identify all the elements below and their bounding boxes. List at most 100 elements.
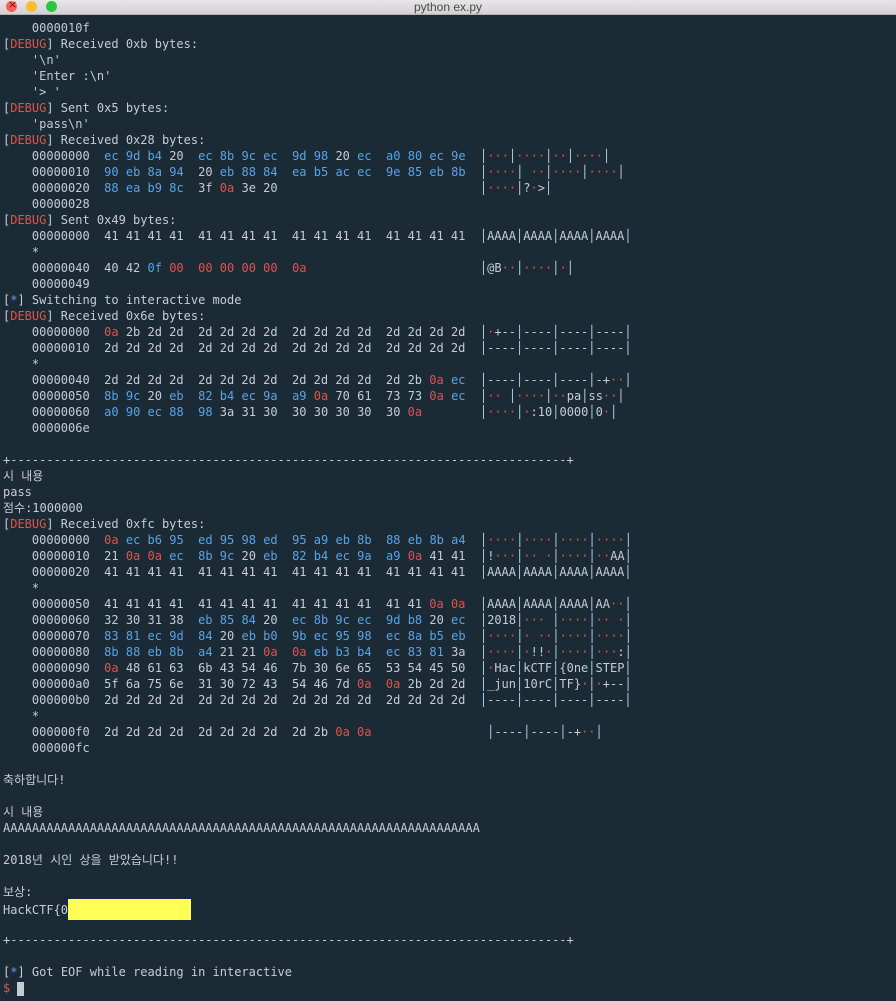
terminal-line: 2018년 시인 상을 받았습니다!!: [3, 852, 896, 868]
terminal-line-text: 축하합니다!: [3, 773, 66, 787]
terminal-line-text: [DEBUG] Received 0xb bytes:: [3, 37, 199, 51]
terminal-line-text: +---------------------------------------…: [3, 453, 574, 467]
terminal-line-text: *: [3, 709, 40, 723]
terminal-line: 00000000 41 41 41 41 41 41 41 41 41 41 4…: [3, 228, 896, 244]
terminal-line-text: pass: [3, 485, 32, 499]
terminal-line-text: 0000010f: [3, 21, 90, 35]
terminal-line-text: 00000000 ec 9d b4 20 ec 8b 9c ec 9d 98 2…: [3, 149, 611, 163]
terminal-line: $: [3, 980, 896, 996]
terminal-line: *: [3, 356, 896, 372]
terminal-line-text: $: [3, 981, 25, 996]
terminal-line: +---------------------------------------…: [3, 932, 896, 948]
terminal-line-text: *: [3, 581, 40, 595]
terminal-line: '\n': [3, 52, 896, 68]
terminal-line-text: 00000000 0a 2b 2d 2d 2d 2d 2d 2d 2d 2d 2…: [3, 325, 632, 339]
terminal-line-text: 000000f0 2d 2d 2d 2d 2d 2d 2d 2d 2d 2b 0…: [3, 725, 603, 739]
terminal-line-text: 00000010 2d 2d 2d 2d 2d 2d 2d 2d 2d 2d 2…: [3, 341, 632, 355]
terminal-line-text: 00000010 21 0a 0a ec 8b 9c 20 eb 82 b4 e…: [3, 549, 632, 563]
terminal-line: *: [3, 244, 896, 260]
terminal-line-text: 00000040 40 42 0f 00 00 00 00 00 0a │@B·…: [3, 261, 574, 275]
terminal-line-text: 000000fc: [3, 741, 90, 755]
terminal-line-text: 점수:1000000: [3, 501, 83, 515]
terminal-line: 000000fc: [3, 740, 896, 756]
terminal-line: 0000006e: [3, 420, 896, 436]
terminal-line: pass: [3, 484, 896, 500]
terminal-line-text: [DEBUG] Sent 0x49 bytes:: [3, 213, 177, 227]
terminal-line-text: 2018년 시인 상을 받았습니다!!: [3, 853, 179, 867]
terminal-line: *: [3, 580, 896, 596]
terminal-line-text: 00000080 8b 88 eb 8b a4 21 21 0a 0a eb b…: [3, 645, 632, 659]
terminal-line-text: HackCTF{0: [3, 903, 69, 917]
terminal-line: AAAAAAAAAAAAAAAAAAAAAAAAAAAAAAAAAAAAAAAA…: [3, 820, 896, 836]
terminal-line: 0000010f: [3, 20, 896, 36]
terminal-line: 00000090 0a 48 61 63 6b 43 54 46 7b 30 6…: [3, 660, 896, 676]
terminal-line-text: *: [3, 245, 40, 259]
terminal-line-text: 시 내용: [3, 805, 44, 819]
terminal-line-text: 000000b0 2d 2d 2d 2d 2d 2d 2d 2d 2d 2d 2…: [3, 693, 632, 707]
terminal-line: 00000049: [3, 276, 896, 292]
terminal-line-text: 보상:: [3, 885, 33, 899]
terminal-cursor: [17, 981, 25, 996]
terminal-line: [*] Got EOF while reading in interactive: [3, 964, 896, 980]
terminal-line-text: 시 내용: [3, 469, 44, 483]
terminal-line: 00000050 8b 9c 20 eb 82 b4 ec 9a a9 0a 7…: [3, 388, 896, 404]
terminal-line-text: '\n': [3, 53, 61, 67]
terminal-line: 시 내용: [3, 804, 896, 820]
terminal-line-text: *: [3, 357, 40, 371]
terminal-line: 00000050 41 41 41 41 41 41 41 41 41 41 4…: [3, 596, 896, 612]
terminal-output[interactable]: 0000010f [DEBUG] Received 0xb bytes: '\n'…: [3, 20, 896, 996]
terminal-line: 000000b0 2d 2d 2d 2d 2d 2d 2d 2d 2d 2d 2…: [3, 692, 896, 708]
window-titlebar: python ex.py: [0, 0, 896, 15]
terminal-line: [DEBUG] Sent 0x5 bytes:: [3, 100, 896, 116]
terminal-line-text: 'pass\n': [3, 117, 90, 131]
terminal-line: 00000000 0a ec b6 95 ed 95 98 ed 95 a9 e…: [3, 532, 896, 548]
terminal-line: 00000010 2d 2d 2d 2d 2d 2d 2d 2d 2d 2d 2…: [3, 340, 896, 356]
terminal-line-text: 00000060 32 30 31 38 eb 85 84 20 ec 8b 9…: [3, 613, 632, 627]
terminal-line: *: [3, 708, 896, 724]
terminal-line: [*] Switching to interactive mode: [3, 292, 896, 308]
terminal-line-text: +---------------------------------------…: [3, 933, 574, 947]
terminal-line: 00000060 a0 90 ec 88 98 3a 31 30 30 30 3…: [3, 404, 896, 420]
terminal-line: HackCTF{0: [3, 899, 896, 920]
terminal-line-text: [DEBUG] Received 0xfc bytes:: [3, 517, 206, 531]
terminal-line-text: [DEBUG] Received 0x28 bytes:: [3, 133, 206, 147]
terminal-line: [DEBUG] Received 0x6e bytes:: [3, 308, 896, 324]
terminal-line: 000000f0 2d 2d 2d 2d 2d 2d 2d 2d 2d 2b 0…: [3, 724, 896, 740]
terminal-line: 00000020 88 ea b9 8c 3f 0a 3e 20 │····│?…: [3, 180, 896, 196]
terminal-line: 00000020 41 41 41 41 41 41 41 41 41 41 4…: [3, 564, 896, 580]
terminal-line-text: [DEBUG] Received 0x6e bytes:: [3, 309, 206, 323]
terminal-line: 00000010 21 0a 0a ec 8b 9c 20 eb 82 b4 e…: [3, 548, 896, 564]
terminal-line-text: 00000010 90 eb 8a 94 20 eb 88 84 ea b5 a…: [3, 165, 625, 179]
terminal-line: 00000000 ec 9d b4 20 ec 8b 9c ec 9d 98 2…: [3, 148, 896, 164]
terminal-line-text: [*] Switching to interactive mode: [3, 293, 242, 307]
terminal-line-text: 00000020 88 ea b9 8c 3f 0a 3e 20 │····│?…: [3, 181, 553, 195]
terminal-line-text: 000000a0 5f 6a 75 6e 31 30 72 43 54 46 7…: [3, 677, 632, 691]
terminal-line: +---------------------------------------…: [3, 452, 896, 468]
terminal-line-text: 00000049: [3, 277, 90, 291]
terminal-line: [DEBUG] Received 0x28 bytes:: [3, 132, 896, 148]
terminal-line: 00000010 90 eb 8a 94 20 eb 88 84 ea b5 a…: [3, 164, 896, 180]
window-title: python ex.py: [413, 0, 483, 14]
terminal-line-text: [*] Got EOF while reading in interactive: [3, 965, 293, 979]
terminal-line: 00000040 40 42 0f 00 00 00 00 00 0a │@B·…: [3, 260, 896, 276]
terminal-line: 00000000 0a 2b 2d 2d 2d 2d 2d 2d 2d 2d 2…: [3, 324, 896, 340]
terminal-line: 000000a0 5f 6a 75 6e 31 30 72 43 54 46 7…: [3, 676, 896, 692]
terminal-line: '> ': [3, 84, 896, 100]
terminal-line: 00000060 32 30 31 38 eb 85 84 20 ec 8b 9…: [3, 612, 896, 628]
terminal-line-text: 00000020 41 41 41 41 41 41 41 41 41 41 4…: [3, 565, 632, 579]
terminal-line-text: 'Enter :\n': [3, 69, 112, 83]
terminal-line: 'pass\n': [3, 116, 896, 132]
terminal-line: 축하합니다!: [3, 772, 896, 788]
terminal-line-text: 00000070 83 81 ec 9d 84 20 eb b0 9b ec 9…: [3, 629, 632, 643]
terminal-line: 'Enter :\n': [3, 68, 896, 84]
terminal-line-text: 00000000 41 41 41 41 41 41 41 41 41 41 4…: [3, 229, 632, 243]
terminal-line-text: '> ': [3, 85, 61, 99]
terminal-line: 00000040 2d 2d 2d 2d 2d 2d 2d 2d 2d 2d 2…: [3, 372, 896, 388]
terminal-line: [DEBUG] Received 0xb bytes:: [3, 36, 896, 52]
